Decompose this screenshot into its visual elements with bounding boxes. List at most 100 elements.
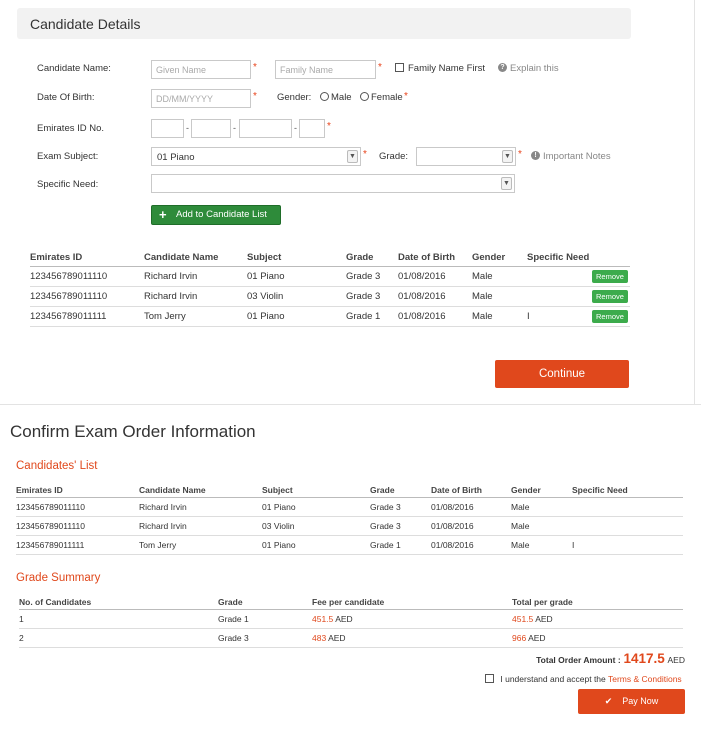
col-gender: Gender — [472, 248, 527, 267]
family-name-first-checkbox[interactable] — [395, 63, 404, 72]
dob-input[interactable]: DD/MM/YYYY — [151, 89, 251, 108]
terms-link[interactable]: Terms & Conditions — [608, 674, 682, 684]
info-icon: ! — [531, 151, 540, 160]
table-row: 123456789011110 Richard Irvin 03 Violin … — [16, 516, 683, 536]
cell-specific-need: I — [527, 306, 592, 327]
chevron-down-icon: ▼ — [502, 150, 513, 163]
gender-female-label: Female — [371, 92, 403, 103]
cell-grade: Grade 1 — [370, 535, 431, 555]
gender-male-label: Male — [331, 92, 352, 103]
cell-subject: 03 Violin — [247, 286, 346, 307]
cell-fee: 451.5 AED — [312, 609, 512, 629]
table-header-row: Emirates ID Candidate Name Subject Grade… — [16, 481, 683, 498]
chevron-down-icon: ▼ — [347, 150, 358, 163]
emirates-id-separator: - — [186, 123, 189, 133]
cell-dob: 01/08/2016 — [398, 286, 472, 307]
col-grade: Grade — [346, 248, 398, 267]
remove-button[interactable]: Remove — [592, 289, 628, 303]
add-to-candidate-list-button[interactable]: + Add to Candidate List — [151, 205, 281, 225]
table-row: 2 Grade 3 483 AED 966 AED — [19, 628, 683, 648]
cell-grade: Grade 3 — [218, 628, 312, 648]
gender-female-radio[interactable] — [360, 92, 369, 101]
important-notes-link[interactable]: Important Notes — [543, 151, 611, 162]
continue-button[interactable]: Continue — [495, 360, 629, 388]
pay-now-button[interactable]: ✔ Pay Now — [578, 689, 685, 714]
remove-button[interactable]: Remove — [592, 269, 628, 283]
fee-value: 483 — [312, 632, 327, 643]
cell-emirates-id: 123456789011111 — [16, 535, 139, 555]
table-row: 123456789011110 Richard Irvin 01 Piano G… — [16, 497, 683, 517]
table-header-row: Emirates ID Candidate Name Subject Grade… — [30, 248, 630, 267]
pay-now-label: Pay Now — [622, 696, 659, 706]
total-value: 451.5 — [512, 613, 534, 624]
table-row: 123456789011110 Richard Irvin 03 Violin … — [30, 286, 630, 307]
candidate-name-label: Candidate Name: — [37, 63, 111, 74]
exam-subject-select[interactable]: 01 Piano ▼ — [151, 147, 361, 166]
col-grade: Grade — [218, 593, 312, 610]
confirm-candidates-table: Emirates ID Candidate Name Subject Grade… — [16, 481, 683, 555]
cell-subject: 03 Violin — [262, 516, 370, 536]
emirates-id-part-4[interactable] — [299, 119, 325, 138]
cell-grade: Grade 3 — [346, 286, 398, 307]
cell-emirates-id: 123456789011110 — [16, 516, 139, 536]
cell-emirates-id: 123456789011110 — [30, 266, 144, 287]
gender-male-radio[interactable] — [320, 92, 329, 101]
cell-gender: Male — [511, 535, 572, 555]
emirates-id-label: Emirates ID No. — [37, 123, 105, 134]
check-icon: ✔ — [604, 696, 613, 706]
terms-text: I understand and accept the — [500, 674, 606, 684]
col-specific-need: Specific Need — [572, 481, 683, 498]
cell-count: 1 — [19, 609, 218, 629]
emirates-id-part-3[interactable] — [239, 119, 292, 138]
cell-gender: Male — [472, 266, 527, 287]
required-mark: * — [378, 62, 382, 73]
grade-select[interactable]: ▼ — [416, 147, 516, 166]
total-order-value: 1417.5 — [623, 651, 665, 666]
required-mark: * — [518, 149, 522, 160]
emirates-id-part-1[interactable] — [151, 119, 184, 138]
family-name-first-label: Family Name First — [408, 63, 486, 74]
col-candidate-name: Candidate Name — [139, 481, 262, 498]
given-name-input[interactable]: Given Name — [151, 60, 251, 79]
col-specific-need: Specific Need — [527, 248, 592, 267]
col-actions — [592, 248, 630, 267]
terms-checkbox[interactable] — [485, 674, 494, 683]
emirates-id-separator: - — [294, 123, 297, 133]
table-row: 123456789011110 Richard Irvin 01 Piano G… — [30, 266, 630, 287]
cell-subject: 01 Piano — [262, 535, 370, 555]
cell-subject: 01 Piano — [247, 306, 346, 327]
cell-fee: 483 AED — [312, 628, 512, 648]
cell-count: 2 — [19, 628, 218, 648]
col-subject: Subject — [247, 248, 346, 267]
col-total-per-grade: Total per grade — [512, 593, 683, 610]
specific-need-select[interactable]: ▼ — [151, 174, 515, 193]
dob-label: Date Of Birth: — [37, 92, 95, 103]
exam-subject-value: 01 Piano — [157, 152, 195, 163]
table-header-row: No. of Candidates Grade Fee per candidat… — [19, 593, 683, 610]
cell-gender: Male — [511, 516, 572, 536]
chevron-down-icon: ▼ — [501, 177, 512, 190]
cell-gender: Male — [472, 306, 527, 327]
cell-dob: 01/08/2016 — [398, 266, 472, 287]
remove-button[interactable]: Remove — [592, 309, 628, 323]
total-order-currency: AED — [667, 655, 685, 665]
fee-value: 451.5 — [312, 613, 334, 624]
cell-emirates-id: 123456789011111 — [30, 306, 144, 327]
emirates-id-part-2[interactable] — [191, 119, 231, 138]
cell-grade: Grade 3 — [370, 516, 431, 536]
table-row: 123456789011111 Tom Jerry 01 Piano Grade… — [16, 535, 683, 555]
gender-label: Gender: — [277, 92, 312, 103]
cell-dob: 01/08/2016 — [398, 306, 472, 327]
cell-dob: 01/08/2016 — [431, 535, 511, 555]
exam-subject-label: Exam Subject: — [37, 151, 99, 162]
required-mark: * — [327, 121, 331, 132]
currency: AED — [328, 632, 346, 643]
family-name-input[interactable]: Family Name — [275, 60, 376, 79]
cell-total: 451.5 AED — [512, 609, 683, 629]
currency: AED — [528, 632, 546, 643]
cell-dob: 01/08/2016 — [431, 497, 511, 517]
candidate-details-panel: Candidate Details Candidate Name: Given … — [0, 0, 701, 404]
explain-this-link[interactable]: Explain this — [510, 63, 559, 74]
col-grade: Grade — [370, 481, 431, 498]
cell-emirates-id: 123456789011110 — [16, 497, 139, 517]
